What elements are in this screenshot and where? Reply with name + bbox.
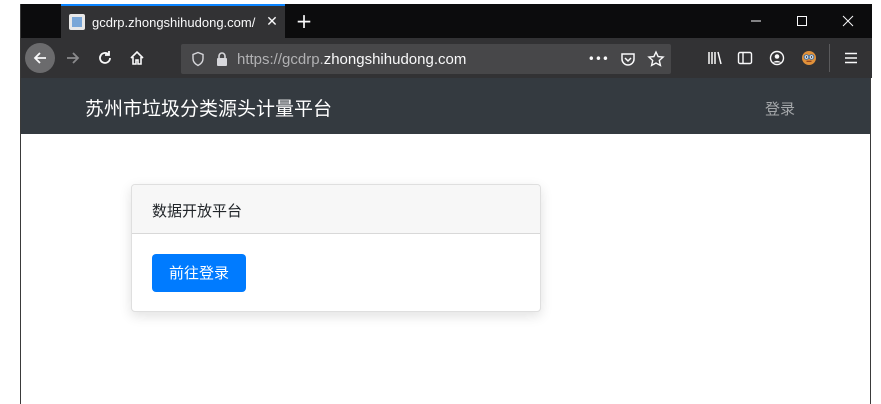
data-platform-card: 数据开放平台 前往登录	[131, 184, 541, 312]
menu-button[interactable]	[837, 44, 865, 72]
tab-strip: gcdrp.zhongshihudong.com/ ✕ +	[21, 4, 872, 38]
tab-title: gcdrp.zhongshihudong.com/	[92, 14, 256, 30]
back-button[interactable]	[25, 43, 55, 73]
minimize-icon	[751, 20, 761, 22]
back-arrow-icon	[33, 52, 46, 64]
maximize-button[interactable]	[779, 4, 825, 38]
hamburger-menu-icon	[845, 52, 857, 64]
forward-button[interactable]	[59, 44, 87, 72]
toolbar-separator	[829, 44, 830, 72]
page-favicon-icon	[69, 14, 85, 30]
pocket-icon[interactable]	[619, 50, 637, 68]
navigation-toolbar: https://gcdrp.zhongshihudong.com •••	[21, 38, 872, 78]
new-tab-button[interactable]: +	[291, 8, 317, 34]
home-button[interactable]	[123, 44, 151, 72]
forward-arrow-icon	[67, 52, 80, 64]
nav-login-link[interactable]: 登录	[765, 98, 795, 119]
go-login-button[interactable]: 前往登录	[152, 254, 247, 292]
page-actions-icon[interactable]: •••	[588, 52, 609, 66]
maximize-icon	[797, 16, 807, 26]
home-icon	[130, 50, 144, 65]
account-button[interactable]	[763, 44, 791, 72]
sidebar-icon	[737, 51, 753, 65]
page-content: 苏州市垃圾分类源头计量平台 登录 数据开放平台 前往登录	[21, 78, 870, 404]
site-navbar: 苏州市垃圾分类源头计量平台 登录	[21, 78, 870, 134]
sidebar-button[interactable]	[731, 44, 759, 72]
close-window-button[interactable]	[825, 4, 871, 38]
extension-face-icon	[802, 51, 816, 65]
reload-icon	[99, 51, 111, 64]
close-icon	[842, 15, 854, 27]
card-header: 数据开放平台	[132, 185, 540, 234]
card-body: 前往登录	[132, 234, 540, 311]
library-button[interactable]	[701, 44, 729, 72]
active-tab[interactable]: gcdrp.zhongshihudong.com/ ✕	[61, 4, 285, 38]
site-brand[interactable]: 苏州市垃圾分类源头计量平台	[85, 94, 332, 121]
shield-icon	[192, 51, 204, 67]
url-text[interactable]: https://gcdrp.zhongshihudong.com	[237, 51, 466, 68]
extension-button[interactable]	[795, 44, 823, 72]
url-prefix: https://gcdrp.	[237, 50, 324, 68]
account-icon	[769, 50, 785, 66]
url-bar[interactable]: https://gcdrp.zhongshihudong.com •••	[181, 44, 671, 74]
minimize-button[interactable]	[733, 4, 779, 38]
tab-close-icon[interactable]: ✕	[264, 14, 280, 30]
url-host: zhongshihudong.com	[323, 50, 467, 68]
library-icon	[708, 51, 722, 65]
reload-button[interactable]	[91, 44, 119, 72]
browser-window: gcdrp.zhongshihudong.com/ ✕ + https://gc…	[20, 4, 872, 404]
bookmark-star-icon[interactable]	[647, 50, 665, 68]
lock-icon	[217, 52, 227, 66]
